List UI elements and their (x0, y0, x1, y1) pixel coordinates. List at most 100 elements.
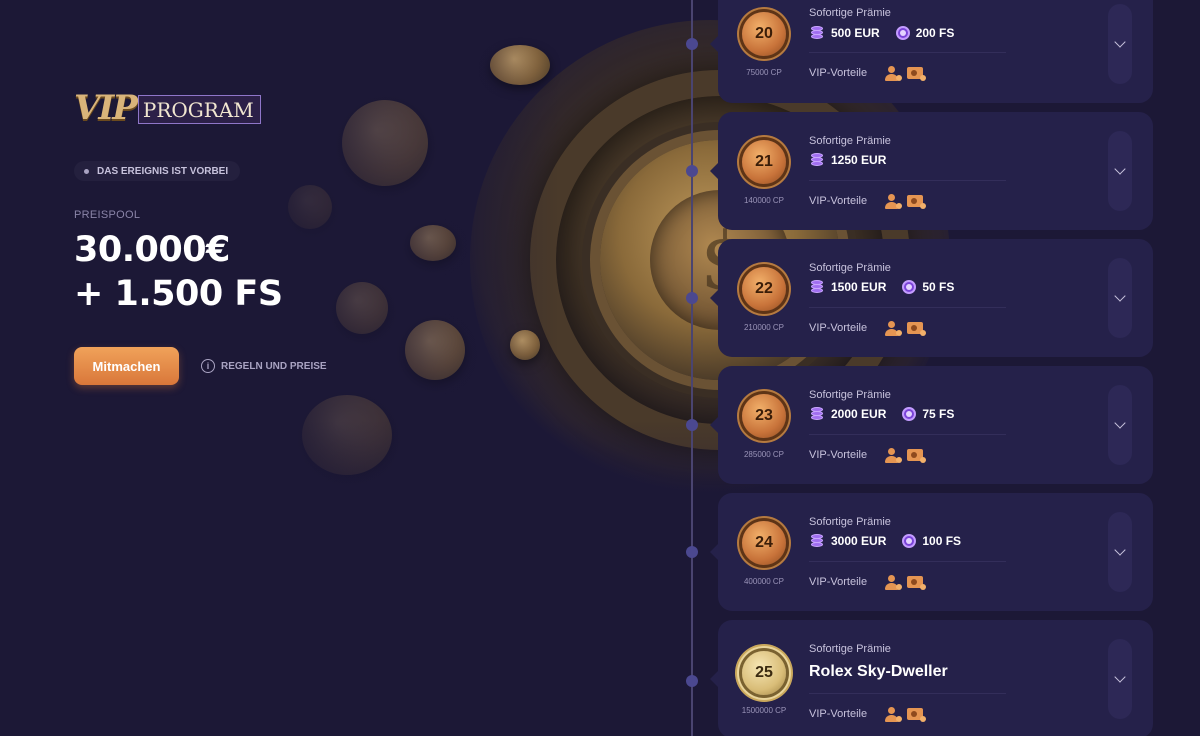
level-card-25: 25 1500000 CP Sofortige Prämie Rolex Sky… (710, 620, 1153, 736)
reward-label: Sofortige Prämie (809, 262, 891, 274)
reward-row: 1500 EUR 50 FS (809, 280, 954, 294)
vip-manager-icon (884, 194, 902, 209)
spins-reward: 200 FS (915, 26, 955, 40)
reward-label: Sofortige Prämie (809, 516, 891, 528)
reward-row: 500 EUR 200 FS (809, 26, 954, 40)
timeline-dot (686, 38, 698, 50)
vip-ticket-icon (907, 708, 926, 722)
coins-icon (809, 534, 825, 548)
card-divider (809, 180, 1006, 181)
free-spins-icon (902, 280, 917, 294)
vip-ticket-icon (907, 195, 926, 209)
expand-level-button[interactable] (1108, 131, 1132, 211)
level-cp: 75000 CP (746, 68, 782, 77)
vip-ticket-icon (907, 449, 926, 463)
vip-benefits-label: VIP-Vorteile (809, 708, 868, 720)
level-cp: 210000 CP (743, 323, 785, 332)
chevron-down-icon (1114, 290, 1126, 302)
vip-benefits-label: VIP-Vorteile (809, 322, 868, 334)
level-badge: 24 (742, 521, 786, 565)
logo-program-text: PROGRAM (137, 95, 261, 124)
chevron-down-icon (1114, 671, 1126, 683)
reward-row: 2000 EUR 75 FS (809, 407, 954, 421)
expand-level-button[interactable] (1108, 639, 1132, 719)
prize-pool-cash: 30.000€ (74, 230, 230, 270)
chevron-down-icon (1114, 163, 1126, 175)
reward-row: 1250 EUR (809, 153, 886, 167)
cash-reward: 3000 EUR (831, 534, 887, 548)
card-divider (809, 52, 1006, 53)
timeline-dot (686, 165, 698, 177)
free-spins-icon (902, 534, 917, 548)
expand-level-button[interactable] (1108, 512, 1132, 592)
level-card-23: 23 285000 CP Sofortige Prämie 2000 EUR 7… (710, 366, 1153, 484)
coins-icon (809, 26, 825, 40)
prize-pool-spins: + 1.500 FS (74, 274, 283, 314)
reward-label: Sofortige Prämie (809, 643, 891, 655)
chevron-down-icon (1114, 36, 1126, 48)
info-icon: i (201, 359, 215, 373)
spins-reward: 75 FS (922, 407, 955, 421)
level-badge: 22 (742, 267, 786, 311)
reward-label: Sofortige Prämie (809, 7, 891, 19)
timeline-dot (686, 675, 698, 687)
vip-manager-icon (884, 66, 902, 81)
cash-reward: 1250 EUR (831, 153, 887, 167)
level-badge: 21 (742, 140, 786, 184)
coins-icon (809, 407, 825, 421)
vip-manager-icon (884, 448, 902, 463)
free-spins-icon (902, 407, 917, 421)
level-card-20: 20 75000 CP Sofortige Prämie 500 EUR 200… (710, 0, 1153, 103)
card-divider (809, 561, 1006, 562)
spins-reward: 100 FS (922, 534, 962, 548)
cash-reward: 500 EUR (831, 26, 880, 40)
card-divider (809, 307, 1006, 308)
event-status-text: DAS EREIGNIS IST VORBEI (97, 165, 229, 177)
vip-benefits-label: VIP-Vorteile (809, 576, 868, 588)
card-divider (809, 693, 1006, 694)
level-card-21: 21 140000 CP Sofortige Prämie 1250 EUR V… (710, 112, 1153, 230)
level-cp: 285000 CP (743, 450, 785, 459)
level-card-24: 24 400000 CP Sofortige Prämie 3000 EUR 1… (710, 493, 1153, 611)
big-reward: Rolex Sky-Dweller (809, 663, 948, 680)
join-button[interactable]: Mitmachen (74, 347, 179, 385)
coins-icon (809, 280, 825, 294)
spins-reward: 50 FS (922, 280, 955, 294)
reward-row: 3000 EUR 100 FS (809, 534, 961, 548)
reward-label: Sofortige Prämie (809, 389, 891, 401)
level-badge: 20 (742, 12, 786, 56)
prize-pool-label: PREISPOOL (74, 209, 141, 221)
rules-link-label: REGELN UND PREISE (221, 360, 327, 372)
event-status-badge: DAS EREIGNIS IST VORBEI (74, 161, 241, 181)
timeline-dot (686, 546, 698, 558)
vip-benefits-label: VIP-Vorteile (809, 67, 868, 79)
vip-program-logo: VIP PROGRAM (74, 88, 261, 128)
level-badge: 23 (742, 394, 786, 438)
vip-ticket-icon (907, 67, 926, 81)
card-divider (809, 434, 1006, 435)
coins-icon (809, 153, 825, 167)
vip-ticket-icon (907, 322, 926, 336)
rules-and-prizes-link[interactable]: i REGELN UND PREISE (201, 359, 327, 373)
timeline-line (691, 0, 693, 736)
status-dot-icon (84, 168, 89, 174)
expand-level-button[interactable] (1108, 4, 1132, 84)
timeline-dot (686, 419, 698, 431)
free-spins-icon (895, 26, 910, 40)
chevron-down-icon (1114, 544, 1126, 556)
logo-vip-text: VIP (74, 88, 138, 128)
vip-manager-icon (884, 321, 902, 336)
expand-level-button[interactable] (1108, 258, 1132, 338)
vip-manager-icon (884, 575, 902, 590)
level-badge: 25 (742, 651, 786, 695)
vip-benefits-label: VIP-Vorteile (809, 195, 868, 207)
timeline-dot (686, 292, 698, 304)
vip-benefits-label: VIP-Vorteile (809, 449, 868, 461)
expand-level-button[interactable] (1108, 385, 1132, 465)
cash-reward: 2000 EUR (831, 407, 887, 421)
level-card-22: 22 210000 CP Sofortige Prämie 1500 EUR 5… (710, 239, 1153, 357)
vip-manager-icon (884, 707, 902, 722)
level-cp: 400000 CP (743, 577, 785, 586)
vip-ticket-icon (907, 576, 926, 590)
reward-label: Sofortige Prämie (809, 135, 891, 147)
